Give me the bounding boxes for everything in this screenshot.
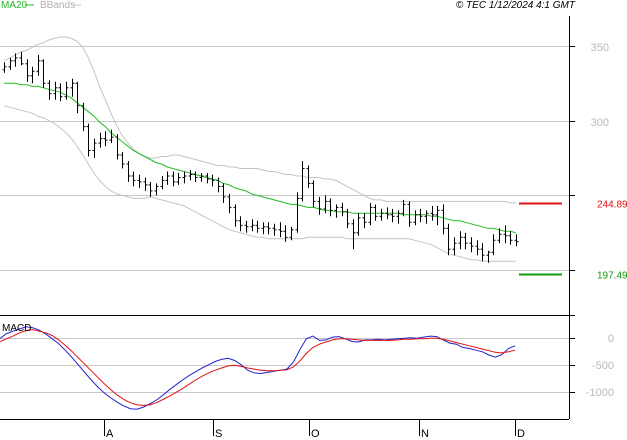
- month-tick-label: S: [215, 428, 222, 440]
- macd-tick-label: 0: [608, 333, 614, 345]
- price-axis-ticks: 300 350: [569, 42, 609, 271]
- level-label: 197.49: [597, 271, 627, 282]
- chart-header: MA20 BBands © TEC 1/12/2024 4:1 GMT: [1, 0, 576, 11]
- chart-canvas: 244.89 197.49 300 350 0 -500 -1000 MACD A S O N…: [0, 0, 627, 440]
- price-panel: 244.89 197.49 300 350: [0, 16, 627, 315]
- signal-line: [0, 329, 516, 406]
- macd-tick-label: -1000: [586, 387, 614, 399]
- macd-panel: 0 -500 -1000 MACD: [0, 323, 614, 410]
- macd-tick-label: -500: [592, 360, 614, 372]
- macd-axis-ticks: 0 -500 -1000: [569, 333, 614, 399]
- month-tick-label: N: [421, 428, 429, 440]
- ma20-label: MA20: [1, 0, 28, 11]
- month-axis: ASOND: [104, 420, 525, 440]
- price-tick-label: 350: [591, 42, 609, 54]
- level-label: 244.89: [597, 200, 627, 211]
- macd-lines: [0, 326, 516, 410]
- macd-title: MACD: [2, 323, 31, 334]
- macd-line: [0, 326, 516, 410]
- month-tick-label: D: [517, 428, 525, 440]
- copyright-label: © TEC 1/12/2024 4:1 GMT: [456, 0, 576, 11]
- month-tick-label: O: [311, 428, 320, 440]
- price-tick-label: 300: [591, 117, 609, 129]
- month-tick-label: A: [106, 428, 114, 440]
- bbands-label: BBands: [40, 0, 75, 11]
